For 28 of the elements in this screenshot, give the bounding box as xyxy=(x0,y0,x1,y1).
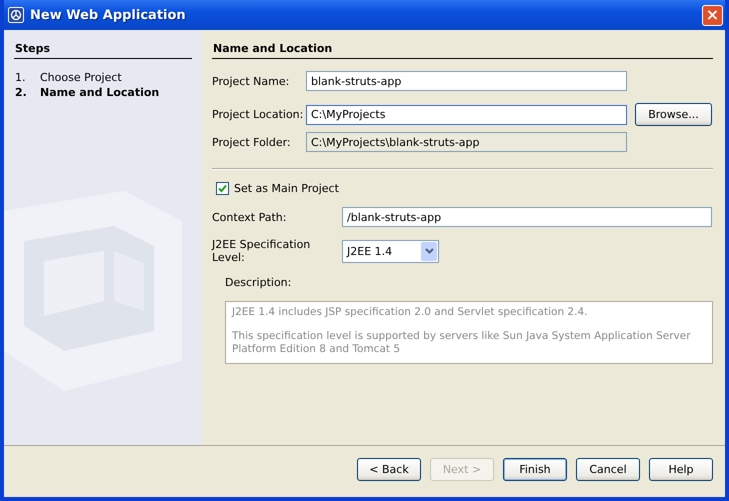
text-field[interactable]: /blank-struts-app xyxy=(342,207,712,227)
browse-button[interactable]: Browse... xyxy=(635,103,712,126)
step-item: 1. Choose Project xyxy=(15,71,123,84)
checkbox-label: Set as Main Project xyxy=(234,182,339,195)
field-label: Context Path: xyxy=(212,210,288,224)
dialog-button[interactable]: Help xyxy=(649,458,713,481)
step-item: 2. Name and Location xyxy=(15,86,160,99)
description-label: Description: xyxy=(225,276,292,289)
field-label: Project Location: xyxy=(212,108,304,121)
app-icon xyxy=(8,7,24,23)
close-button[interactable]: × xyxy=(702,4,723,26)
field-label: Project Folder: xyxy=(212,136,292,148)
dropdown[interactable]: J2EE 1.4 xyxy=(342,240,439,262)
description-text: This specification level is supported by servers like Sun Java System Application Server Platform Edition 8 and Tomcat 5 xyxy=(232,330,692,356)
window-title: New Web Application xyxy=(30,8,187,22)
section-heading: Name and Location xyxy=(212,42,713,59)
field-label: J2EE Specification Level: xyxy=(212,238,312,264)
text-field[interactable]: C:\MyProjects xyxy=(306,104,627,124)
dialog-button[interactable]: Finish xyxy=(503,458,567,481)
chevron-down-icon xyxy=(424,248,434,254)
steps-heading: Steps xyxy=(14,42,192,59)
field-label: Project Name: xyxy=(212,74,290,88)
text-field[interactable]: blank-struts-app xyxy=(306,71,627,91)
check-icon xyxy=(218,184,227,193)
checkbox[interactable] xyxy=(216,182,229,195)
dialog-button[interactable]: < Back xyxy=(357,458,421,481)
description-text: J2EE 1.4 includes JSP specification 2.0 and Servlet specification 2.4. xyxy=(232,306,588,319)
dialog-button[interactable]: Cancel xyxy=(576,458,640,481)
